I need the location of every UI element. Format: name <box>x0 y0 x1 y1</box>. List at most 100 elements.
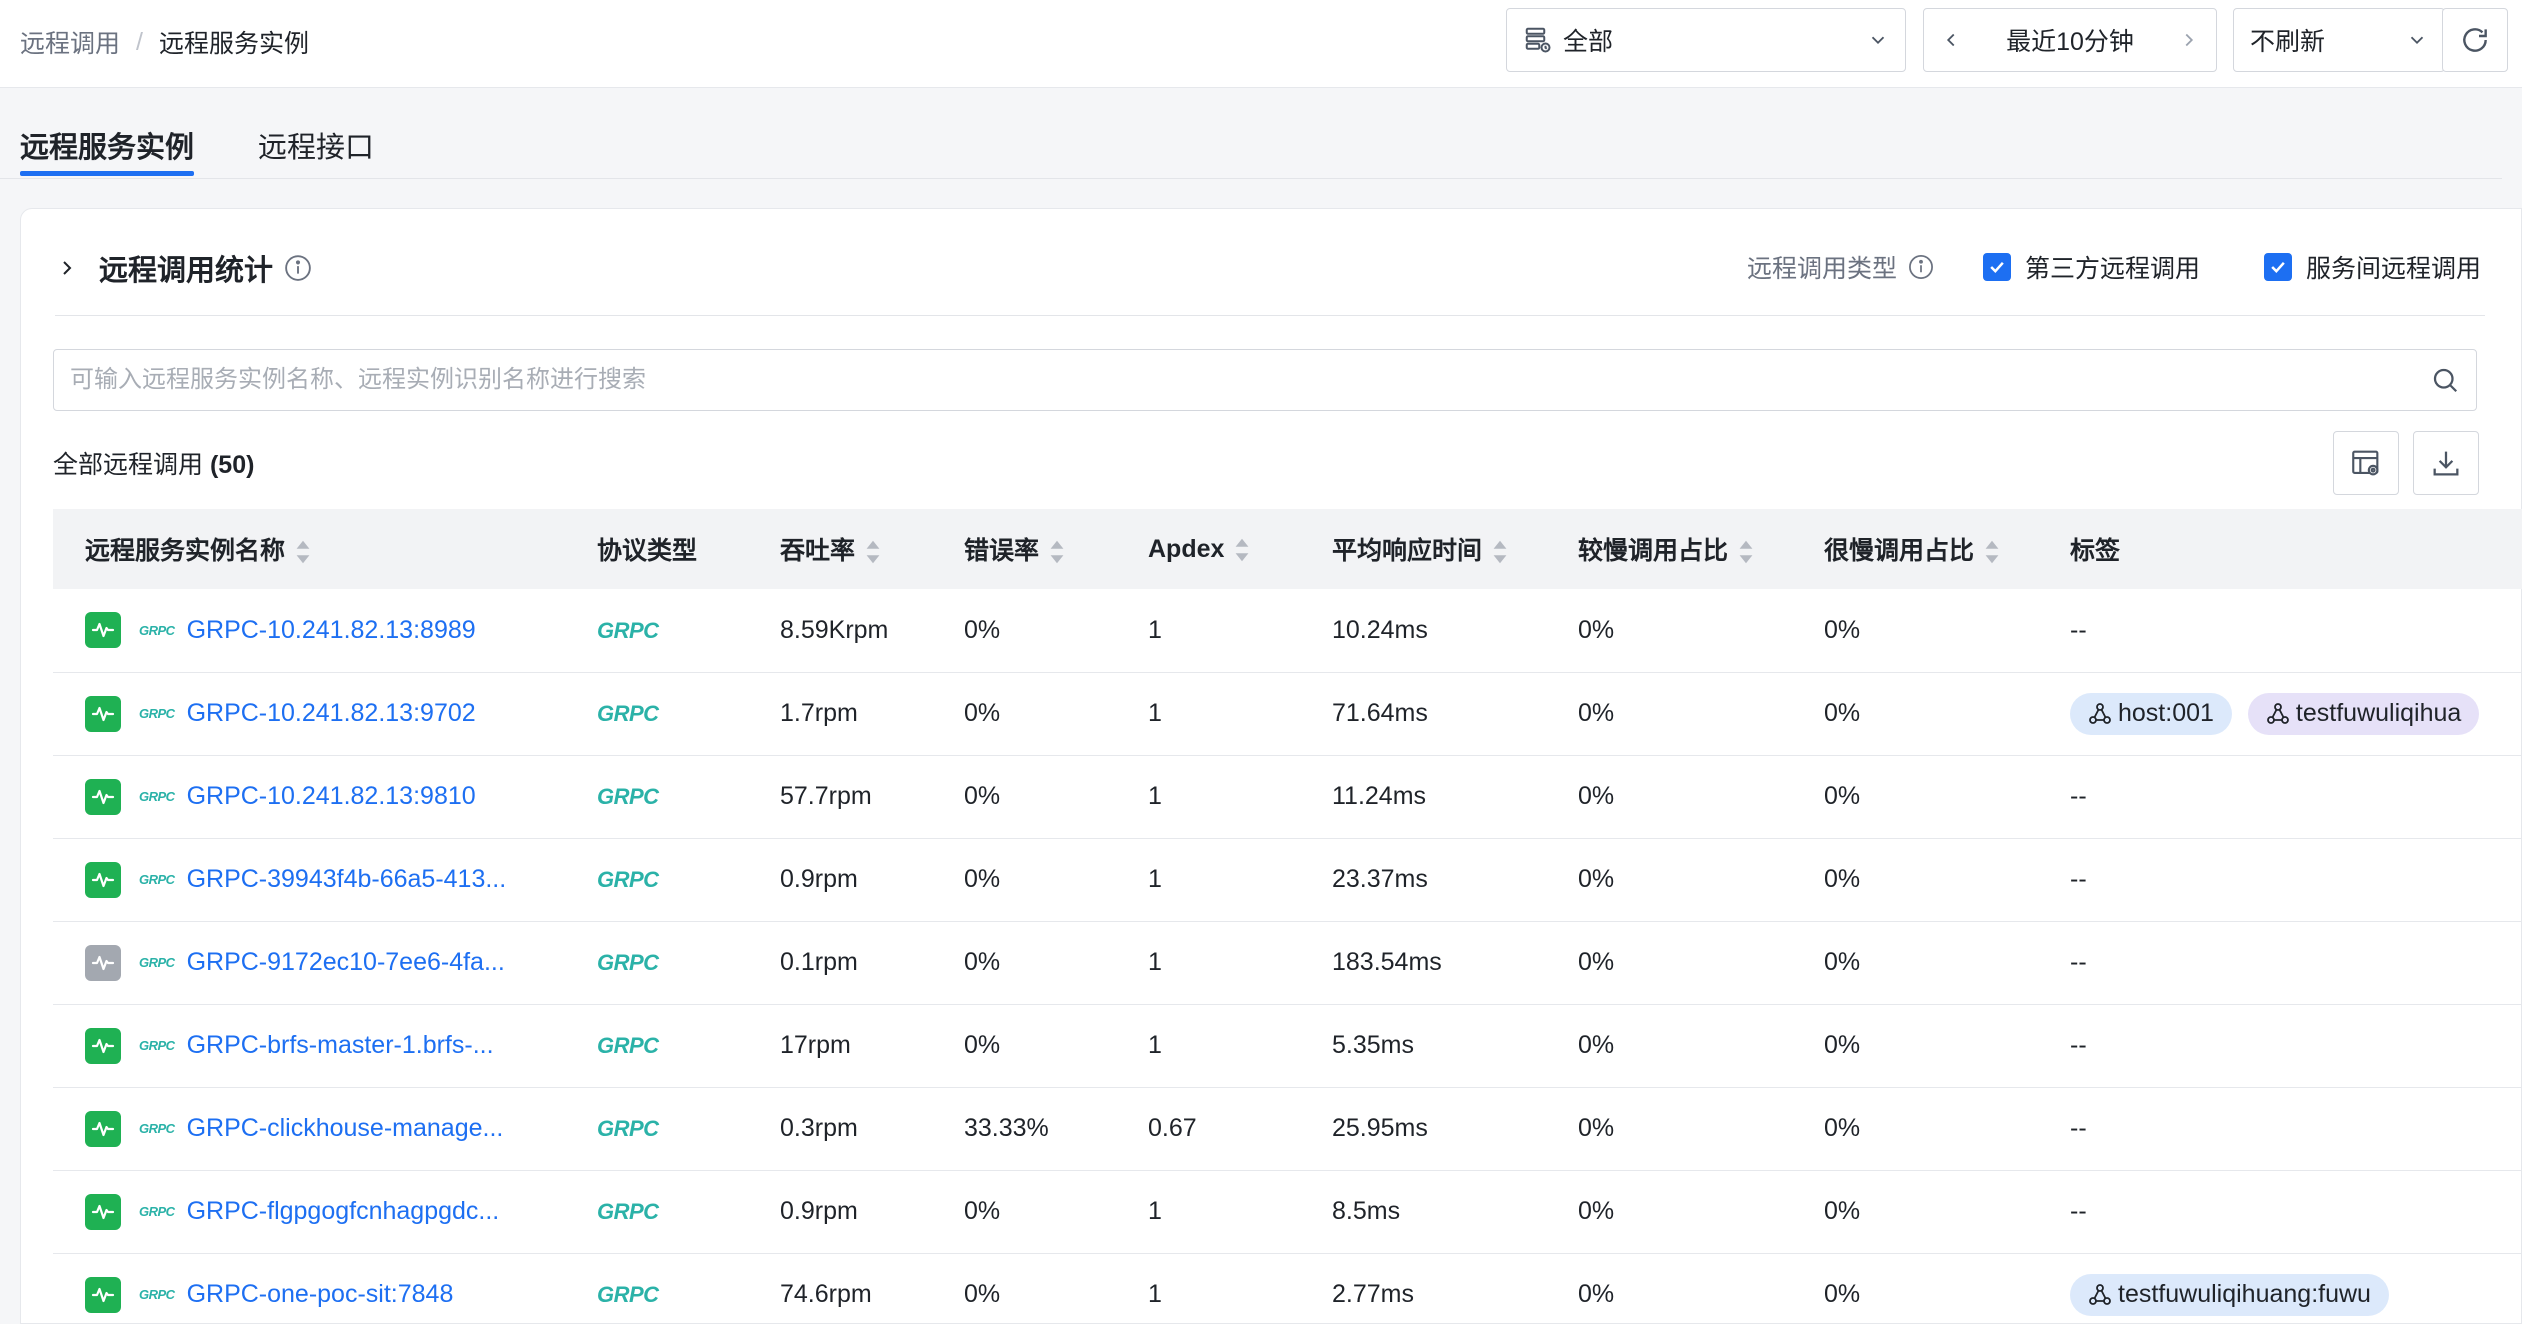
column-header-slow-ratio[interactable]: 较慢调用占比 <box>1546 509 1792 589</box>
table-header-row: 远程服务实例名称 协议类型 吞吐率 错误率 Apdex 平均响应时间 较慢调用占… <box>53 509 2522 589</box>
grpc-logo-icon: GRPC <box>597 617 659 643</box>
inter-service-checkbox[interactable] <box>2263 253 2292 281</box>
grpc-logo-icon: GRPC <box>597 950 659 975</box>
table-row[interactable]: GRPC GRPC-39943f4b-66a5-413... GRPC 0.9rpm 0… <box>53 838 2522 922</box>
sort-icon[interactable] <box>295 539 311 565</box>
grpc-mini-icon: GRPC <box>139 955 175 970</box>
instance-name-link[interactable]: GRPC-brfs-master-1.brfs-... <box>187 1031 494 1060</box>
cell-tags: -- <box>2038 1170 2522 1254</box>
cell-name: GRPC GRPC-39943f4b-66a5-413... <box>53 838 565 922</box>
cell-name: GRPC GRPC-9172ec10-7ee6-4fa... <box>53 921 565 1005</box>
search-icon[interactable] <box>2430 365 2460 395</box>
breadcrumb-parent[interactable]: 远程调用 <box>20 24 120 60</box>
grpc-mini-icon: GRPC <box>139 872 175 887</box>
table-row[interactable]: GRPC GRPC-9172ec10-7ee6-4fa... GRPC 0.1rpm 0… <box>53 921 2522 1005</box>
grpc-mini-icon: GRPC <box>139 706 175 721</box>
cell-very-slow-ratio: 0% <box>1792 1087 2038 1171</box>
column-header-apdex[interactable]: Apdex <box>1116 509 1300 589</box>
table-row[interactable]: GRPC GRPC-clickhouse-manage... GRPC 0.3rpm 3… <box>53 1087 2522 1171</box>
tab-remote-service-instance[interactable]: 远程服务实例 <box>20 110 195 176</box>
cluster-icon <box>2088 702 2118 726</box>
sort-icon[interactable] <box>1234 537 1250 563</box>
column-header-avg-response[interactable]: 平均响应时间 <box>1300 509 1546 589</box>
chevron-right-icon[interactable] <box>2178 29 2200 51</box>
cell-avg-response: 11.24ms <box>1300 755 1546 839</box>
scope-select[interactable]: 全部 <box>1506 8 1906 72</box>
third-party-checkbox[interactable] <box>1982 253 2011 281</box>
tag-empty: -- <box>2070 865 2087 893</box>
column-header-error-rate[interactable]: 错误率 <box>932 509 1116 589</box>
cell-name: GRPC GRPC-10.241.82.13:9810 <box>53 755 565 839</box>
instance-name-link[interactable]: GRPC-10.241.82.13:9810 <box>187 782 476 811</box>
cell-throughput: 0.1rpm <box>748 921 932 1005</box>
download-button[interactable] <box>2413 431 2479 495</box>
info-icon[interactable] <box>283 253 313 283</box>
table-row[interactable]: GRPC GRPC-10.241.82.13:9810 GRPC 57.7rpm 0% 1… <box>53 755 2522 839</box>
chevron-right-icon[interactable] <box>55 256 79 280</box>
cell-slow-ratio: 0% <box>1546 921 1792 1005</box>
cell-apdex: 1 <box>1116 672 1300 756</box>
table-row[interactable]: GRPC GRPC-one-poc-sit:7848 GRPC 74.6rpm 0% 1 2… <box>53 1253 2522 1325</box>
tag-empty: -- <box>2070 782 2087 810</box>
table-row[interactable]: GRPC GRPC-10.241.82.13:8989 GRPC 8.59Krpm 0%… <box>53 589 2522 673</box>
inter-service-checkbox-label[interactable]: 服务间远程调用 <box>2306 249 2481 285</box>
cell-tags: -- <box>2038 921 2522 1005</box>
sort-icon[interactable] <box>865 539 881 565</box>
cell-tags: -- <box>2038 1087 2522 1171</box>
cell-tags: -- <box>2038 838 2522 922</box>
cell-throughput: 0.9rpm <box>748 1170 932 1254</box>
sort-icon[interactable] <box>1984 539 2000 565</box>
tag-empty: -- <box>2070 948 2087 976</box>
column-header-name[interactable]: 远程服务实例名称 <box>53 509 565 589</box>
card-title: 远程调用统计 <box>99 255 274 287</box>
instance-name-link[interactable]: GRPC-clickhouse-manage... <box>187 1114 504 1143</box>
instance-name-link[interactable]: GRPC-9172ec10-7ee6-4fa... <box>187 948 505 977</box>
cell-slow-ratio: 0% <box>1546 1170 1792 1254</box>
cell-avg-response: 183.54ms <box>1300 921 1546 1005</box>
column-header-protocol: 协议类型 <box>565 509 748 589</box>
cell-very-slow-ratio: 0% <box>1792 589 2038 673</box>
instance-name-link[interactable]: GRPC-flgpgogfcnhagpgdc... <box>187 1197 500 1226</box>
tag-chip[interactable]: testfuwuliqihuang:fuwu <box>2070 1273 2389 1316</box>
table-row[interactable]: GRPC GRPC-flgpgogfcnhagpgdc... GRPC 0.9rpm 0… <box>53 1170 2522 1254</box>
info-icon[interactable] <box>1907 253 1935 281</box>
cell-apdex: 1 <box>1116 755 1300 839</box>
tag-chip[interactable]: testfuwuliqihua <box>2247 692 2480 735</box>
tag-chip[interactable]: host:001 <box>2070 692 2232 735</box>
tag-empty: -- <box>2070 1031 2087 1059</box>
remote-call-stats-card: 远程调用统计 远程调用类型 第三方远程调用 服务间远程调用 全部远程调用 (50… <box>20 208 2522 1325</box>
breadcrumb: 远程调用 / 远程服务实例 <box>20 24 309 60</box>
cell-apdex: 0.67 <box>1116 1087 1300 1171</box>
tabs-divider <box>0 178 2502 179</box>
tag-empty: -- <box>2070 1114 2087 1142</box>
time-range-picker[interactable]: 最近10分钟 <box>1923 8 2217 72</box>
reload-button[interactable] <box>2442 8 2508 72</box>
cell-name: GRPC GRPC-clickhouse-manage... <box>53 1087 565 1171</box>
cell-tags: -- <box>2038 1004 2522 1088</box>
tag-text: testfuwuliqihuang:fuwu <box>2118 1280 2371 1308</box>
refresh-interval-select[interactable]: 不刷新 <box>2233 8 2445 72</box>
total-count-label: 全部远程调用 <box>53 451 204 479</box>
sort-icon[interactable] <box>1049 539 1065 565</box>
table-row[interactable]: GRPC GRPC-10.241.82.13:9702 GRPC 1.7rpm 0% 1 7… <box>53 672 2522 756</box>
sort-icon[interactable] <box>1492 539 1508 565</box>
cell-apdex: 1 <box>1116 1253 1300 1325</box>
table-row[interactable]: GRPC GRPC-brfs-master-1.brfs-... GRPC 17rpm… <box>53 1004 2522 1088</box>
grpc-logo-icon: GRPC <box>597 867 659 892</box>
instance-name-link[interactable]: GRPC-10.241.82.13:9702 <box>187 699 476 728</box>
search-input[interactable] <box>70 366 2430 394</box>
cluster-icon <box>2088 1283 2118 1307</box>
grpc-mini-icon: GRPC <box>139 1287 175 1302</box>
column-settings-button[interactable] <box>2333 431 2399 495</box>
tab-remote-interface[interactable]: 远程接口 <box>258 110 374 176</box>
sort-icon[interactable] <box>1738 539 1754 565</box>
third-party-checkbox-label[interactable]: 第三方远程调用 <box>2025 249 2200 285</box>
instance-name-link[interactable]: GRPC-10.241.82.13:8989 <box>187 616 476 645</box>
column-header-very-slow-ratio[interactable]: 很慢调用占比 <box>1792 509 2038 589</box>
instance-name-link[interactable]: GRPC-39943f4b-66a5-413... <box>187 865 507 894</box>
chevron-left-icon[interactable] <box>1940 29 1962 51</box>
instance-name-link[interactable]: GRPC-one-poc-sit:7848 <box>187 1280 454 1309</box>
column-header-throughput[interactable]: 吞吐率 <box>748 509 932 589</box>
cell-throughput: 8.59Krpm <box>748 589 932 673</box>
activity-pulse-icon <box>85 944 121 981</box>
